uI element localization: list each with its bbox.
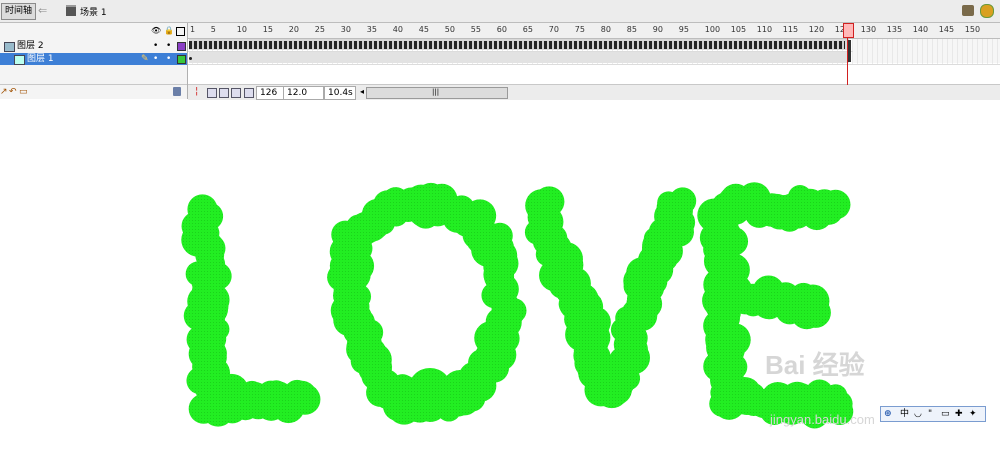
ruler-tick: 45 — [418, 25, 429, 34]
ruler-tick: 145 — [938, 25, 955, 34]
ruler-tick: 30 — [340, 25, 351, 34]
ruler-tick: 150 — [964, 25, 981, 34]
outline-color-swatch[interactable] — [177, 42, 186, 51]
layer-row-2[interactable]: 图层 2 • • — [0, 40, 187, 52]
layer-tools: ↗ ↶ ▭ — [0, 84, 187, 100]
timeline-toggle-button[interactable]: 时间轴 — [1, 3, 37, 20]
modify-onion-markers-icon[interactable] — [244, 88, 254, 98]
ruler-tick: 110 — [756, 25, 773, 34]
ruler-tick: 95 — [678, 25, 689, 34]
add-guide-layer-icon[interactable]: ↶ — [9, 87, 17, 97]
ruler-tick: 55 — [470, 25, 481, 34]
paint-blob — [669, 187, 697, 215]
ime-punctuation-icon[interactable]: ◡ — [914, 407, 922, 421]
outline-icon[interactable] — [176, 27, 185, 36]
scroll-thumb-grip[interactable]: ||| — [432, 88, 439, 96]
visibility-dot[interactable]: • — [153, 40, 158, 52]
watermark-url: jingyan.baidu.com — [770, 412, 875, 427]
paint-blob — [442, 370, 478, 406]
keyframe-marker[interactable] — [189, 57, 192, 60]
layer-icon — [14, 55, 25, 65]
ime-logo-icon[interactable]: ⊕ — [884, 407, 892, 421]
scroll-left-icon[interactable]: ◂ — [360, 87, 364, 96]
trash-icon[interactable] — [173, 87, 181, 96]
back-arrow-icon[interactable]: ⇐ — [38, 4, 47, 17]
layer-name: 图层 1 — [27, 54, 54, 64]
layer-row-1[interactable]: 图层 1 ✎ • • — [0, 53, 187, 65]
ruler-tick: 80 — [600, 25, 611, 34]
edit-multiple-frames-icon[interactable] — [231, 88, 241, 98]
timeline-statusbar: ¦ 126 12.0 fps 10.4s ◂ ||| — [188, 84, 1000, 110]
frame-ruler[interactable]: 1 5 10 15 20 25 30 35 40 45 50 55 60 65 70 75 80 85 90 95 10… — [188, 23, 1000, 39]
layer-header: 👁 🔒 — [0, 23, 187, 38]
ruler-tick: 90 — [652, 25, 663, 34]
ruler-tick: 1 — [190, 25, 196, 34]
visibility-dot[interactable]: • — [153, 53, 158, 65]
ime-tools-icon[interactable]: ✚ — [955, 407, 963, 421]
horizontal-scrollbar[interactable]: ||| — [366, 87, 508, 99]
playhead[interactable] — [843, 23, 854, 38]
paint-blob — [289, 383, 321, 415]
ruler-tick: 60 — [496, 25, 507, 34]
layer-panel: 👁 🔒 图层 2 • • 图层 1 ✎ • • ↗ ↶ ▭ — [0, 23, 188, 99]
ruler-tick: 25 — [314, 25, 325, 34]
eye-icon[interactable]: 👁 — [151, 26, 161, 35]
onion-skin-icon[interactable] — [207, 88, 217, 98]
lock-icon[interactable]: 🔒 — [164, 26, 174, 35]
ime-settings-icon[interactable]: ✦ — [969, 407, 977, 421]
top-toolbar: 时间轴 ⇐ 场景 1 — [0, 0, 1000, 23]
ruler-tick: 75 — [574, 25, 585, 34]
frame-span[interactable] — [189, 52, 849, 63]
watermark: Bai 经验 — [765, 350, 865, 380]
insert-layer-icon[interactable]: ↗ — [0, 87, 8, 97]
outline-color-swatch[interactable] — [177, 55, 186, 64]
paint-blob — [814, 196, 843, 225]
ruler-tick: 130 — [860, 25, 877, 34]
lock-dot[interactable]: • — [166, 53, 171, 65]
ruler-tick: 10 — [236, 25, 247, 34]
elapsed-time: 10.4s — [324, 86, 356, 100]
ruler-tick: 70 — [548, 25, 559, 34]
paint-blob — [382, 377, 418, 413]
paint-blob — [357, 342, 392, 377]
ruler-tick: 20 — [288, 25, 299, 34]
ruler-tick: 135 — [886, 25, 903, 34]
frame-rate[interactable]: 12.0 fps — [283, 86, 324, 110]
scene-label[interactable]: 场景 1 — [80, 5, 107, 18]
ime-fullwidth-icon[interactable]: " — [928, 407, 932, 421]
ruler-tick: 50 — [444, 25, 455, 34]
ruler-tick: 65 — [522, 25, 533, 34]
current-frame: 126 — [256, 86, 284, 100]
ruler-tick: 100 — [704, 25, 721, 34]
lock-dot[interactable]: • — [166, 40, 171, 52]
layer-name: 图层 2 — [17, 41, 44, 51]
ruler-tick: 15 — [262, 25, 273, 34]
insert-folder-icon[interactable]: ▭ — [19, 87, 28, 97]
pencil-icon: ✎ — [141, 54, 149, 64]
ruler-tick: 40 — [392, 25, 403, 34]
ruler-tick: 105 — [730, 25, 747, 34]
keyframes-strip[interactable] — [189, 41, 845, 49]
ruler-tick: 140 — [912, 25, 929, 34]
ime-keyboard-icon[interactable]: ▭ — [941, 407, 950, 421]
stage-canvas[interactable]: Bai 经验 jingyan.baidu.com ⊕ 中 ◡ " ▭ ✚ ✦ — [0, 100, 1000, 454]
ruler-tick: 120 — [808, 25, 825, 34]
ruler-tick: 85 — [626, 25, 637, 34]
empty-frames-region[interactable] — [853, 39, 1000, 63]
edit-symbol-icon[interactable] — [980, 4, 994, 18]
ime-toolbar[interactable]: ⊕ 中 ◡ " ▭ ✚ ✦ — [880, 406, 986, 422]
scene-icon — [66, 5, 76, 16]
onion-outline-icon[interactable] — [219, 88, 229, 98]
ruler-tick: 5 — [210, 25, 216, 34]
center-frame-icon[interactable]: ¦ — [195, 86, 198, 97]
ime-mode-label[interactable]: 中 — [900, 407, 909, 421]
paint-blob — [796, 284, 830, 318]
love-artwork[interactable] — [0, 100, 1000, 454]
ruler-tick: 35 — [366, 25, 377, 34]
edit-scene-icon[interactable] — [962, 5, 974, 16]
ruler-tick: 115 — [782, 25, 799, 34]
layer-icon — [4, 42, 15, 52]
